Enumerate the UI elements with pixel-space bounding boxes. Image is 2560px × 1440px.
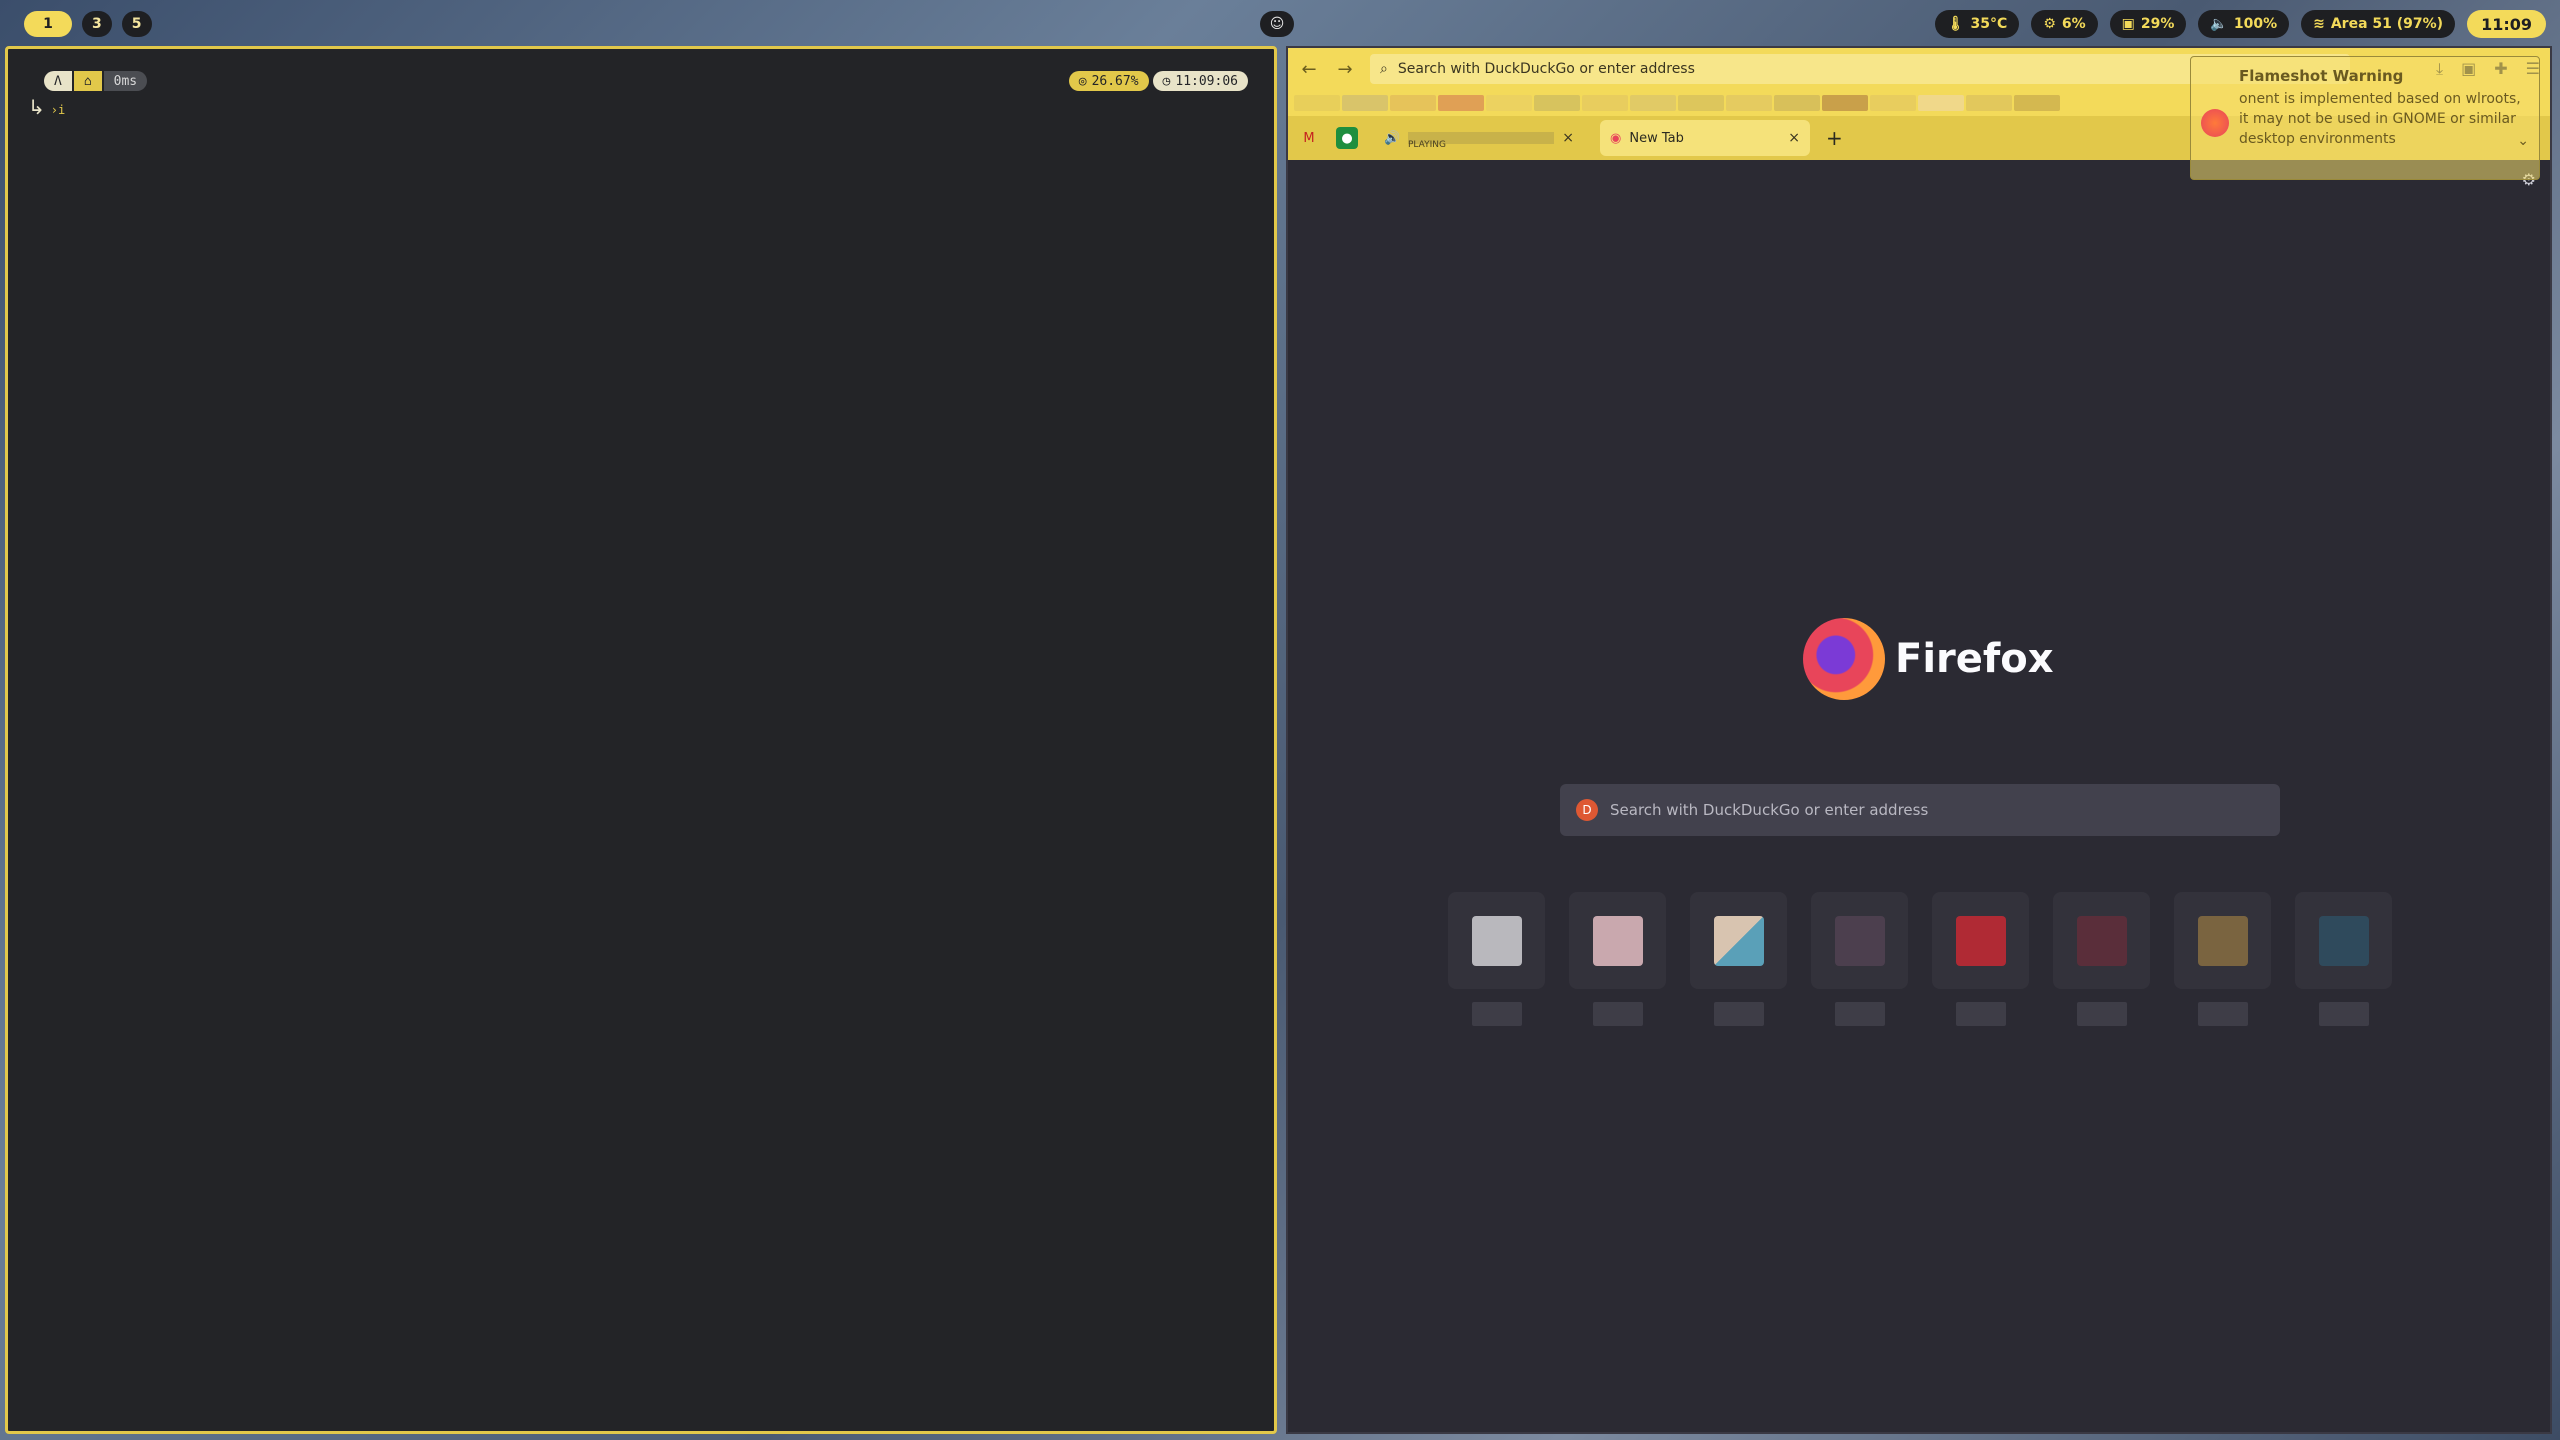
newtab-search-placeholder: Search with DuckDuckGo or enter address — [1610, 801, 1929, 819]
flameshot-notification[interactable]: Flameshot Warning onent is implemented b… — [2190, 56, 2540, 180]
clock[interactable]: 11:09 — [2467, 10, 2546, 38]
firefox-wordmark: Firefox — [1895, 636, 2054, 682]
new-tab-button[interactable]: + — [1826, 126, 1843, 150]
notification-title: Flameshot Warning — [2239, 67, 2404, 85]
bookmark-item[interactable] — [1582, 95, 1628, 111]
wifi-icon: ≋ — [2313, 16, 2325, 32]
speaker-icon: 🔈 — [2210, 16, 2228, 32]
discord-icon[interactable]: ☺ — [1260, 11, 1294, 37]
bookmark-item[interactable] — [1822, 95, 1868, 111]
prompt-time: ◷ 11:09:06 — [1152, 71, 1248, 91]
terminal-window[interactable]: Λ ⌂ 0ms ◎ 26.67% ◷ 11:09:06 ↳ ›i — [5, 46, 1277, 1434]
status-area: 🌡 35°C ⚙ 6% ▣ 29% 🔈 100% ≋ Area 51 (97%)… — [1934, 10, 2546, 38]
newtab-search-input[interactable]: D Search with DuckDuckGo or enter addres… — [1560, 784, 2280, 836]
temperature-value: 35°C — [1970, 16, 2008, 32]
tab-new-tab[interactable]: ◉ New Tab × — [1600, 120, 1810, 156]
tab-title: New Tab — [1629, 130, 1684, 146]
cpu-indicator[interactable]: ⚙ 6% — [2031, 10, 2098, 38]
workspace-3-button[interactable]: 3 — [82, 11, 112, 37]
firefox-icon: ◉ — [1610, 130, 1622, 146]
forward-button[interactable]: → — [1334, 59, 1356, 80]
tab-playing[interactable]: 🔊 PLAYING × — [1374, 120, 1584, 156]
cpu-usage: ◎ 26.67% — [1068, 71, 1149, 91]
volume-indicator[interactable]: 🔈 100% — [2198, 10, 2290, 38]
prompt-time-value: 11:09:06 — [1175, 73, 1238, 89]
bookmark-item[interactable] — [1390, 95, 1436, 111]
new-tab-page: ⚙ Firefox D Search with DuckDuckGo or en… — [1288, 160, 2550, 1432]
contacts-pinned-tab[interactable]: ● — [1336, 127, 1358, 149]
bookmark-item[interactable] — [1486, 95, 1532, 111]
top-site-tile[interactable] — [1690, 892, 1787, 1032]
audio-icon[interactable]: 🔊 — [1384, 131, 1400, 146]
top-site-tile[interactable] — [1569, 892, 1666, 1032]
bookmark-item[interactable] — [1294, 95, 1340, 111]
firefox-window: ← → ⌕ Search with DuckDuckGo or enter ad… — [1286, 46, 2552, 1434]
top-site-tile[interactable] — [1811, 892, 1908, 1032]
prompt-left: Λ ⌂ 0ms — [44, 71, 148, 91]
bookmark-item[interactable] — [1678, 95, 1724, 111]
top-site-tile[interactable] — [2174, 892, 2271, 1032]
top-site-tile[interactable] — [2053, 892, 2150, 1032]
workspace-5-button[interactable]: 5 — [121, 11, 152, 37]
command-duration: 0ms — [103, 71, 148, 91]
firefox-logo: Firefox — [1803, 618, 2054, 700]
prompt-right: ◎ 26.67% ◷ 11:09:06 — [1068, 71, 1248, 91]
command-line[interactable]: ↳ ›i — [28, 97, 65, 117]
bookmark-item[interactable] — [2014, 95, 2060, 111]
url-bar-placeholder: Search with DuckDuckGo or enter address — [1397, 61, 1695, 77]
wifi-value: Area 51 (97%) — [2330, 16, 2444, 32]
cpu-icon: ◎ — [1078, 73, 1087, 89]
bookmark-item[interactable] — [1630, 95, 1676, 111]
prompt-arrow-icon: ↳ — [28, 95, 45, 119]
bookmark-item[interactable] — [1534, 95, 1580, 111]
bookmark-item[interactable] — [1726, 95, 1772, 111]
home-icon: ⌂ — [73, 71, 102, 91]
disk-indicator[interactable]: ▣ 29% — [2109, 10, 2187, 38]
disk-icon: ▣ — [2121, 16, 2135, 32]
bookmark-item[interactable] — [1870, 95, 1916, 111]
clock-icon: ◷ — [1162, 73, 1171, 89]
search-icon: ⌕ — [1380, 61, 1388, 77]
bookmark-item[interactable] — [1966, 95, 2012, 111]
disk-value: 29% — [2140, 16, 2175, 32]
top-site-tile[interactable] — [1448, 892, 1545, 1032]
bookmark-item[interactable] — [1774, 95, 1820, 111]
top-sites — [1448, 892, 2392, 1032]
firefox-logo-icon — [1803, 618, 1885, 700]
bookmark-item[interactable] — [1342, 95, 1388, 111]
flameshot-icon — [2201, 109, 2229, 137]
temperature-indicator[interactable]: 🌡 35°C — [1934, 10, 2020, 38]
cpu-icon: ⚙ — [2043, 16, 2056, 32]
bookmark-item[interactable] — [1438, 95, 1484, 111]
playing-label: PLAYING — [1408, 140, 1446, 150]
cursor: ›i — [50, 103, 66, 117]
close-tab-button[interactable]: × — [1788, 130, 1800, 146]
close-tab-button[interactable]: × — [1562, 130, 1574, 146]
workspace-1-button[interactable]: 1 — [24, 11, 72, 37]
top-site-tile[interactable] — [1932, 892, 2029, 1032]
notification-body: onent is implemented based on wlroots, i… — [2239, 91, 2521, 147]
duckduckgo-icon: D — [1576, 799, 1598, 821]
bookmark-item[interactable] — [1918, 95, 1964, 111]
top-site-tile[interactable] — [2295, 892, 2392, 1032]
cpu-usage-value: 26.67% — [1091, 73, 1139, 89]
arch-icon: Λ — [44, 71, 72, 91]
back-button[interactable]: ← — [1298, 59, 1320, 80]
chevron-down-icon[interactable]: ⌄ — [2517, 133, 2529, 149]
gmail-pinned-tab[interactable]: M — [1298, 127, 1320, 149]
wifi-indicator[interactable]: ≋ Area 51 (97%) — [2301, 10, 2456, 38]
cpu-value: 6% — [2061, 16, 2086, 32]
volume-value: 100% — [2233, 16, 2278, 32]
workspace-switcher: 1 3 5 — [24, 11, 152, 37]
top-bar: 1 3 5 ☺ 🌡 35°C ⚙ 6% ▣ 29% 🔈 100% ≋ Area … — [0, 0, 2560, 48]
thermometer-icon: 🌡 — [1946, 16, 1965, 32]
